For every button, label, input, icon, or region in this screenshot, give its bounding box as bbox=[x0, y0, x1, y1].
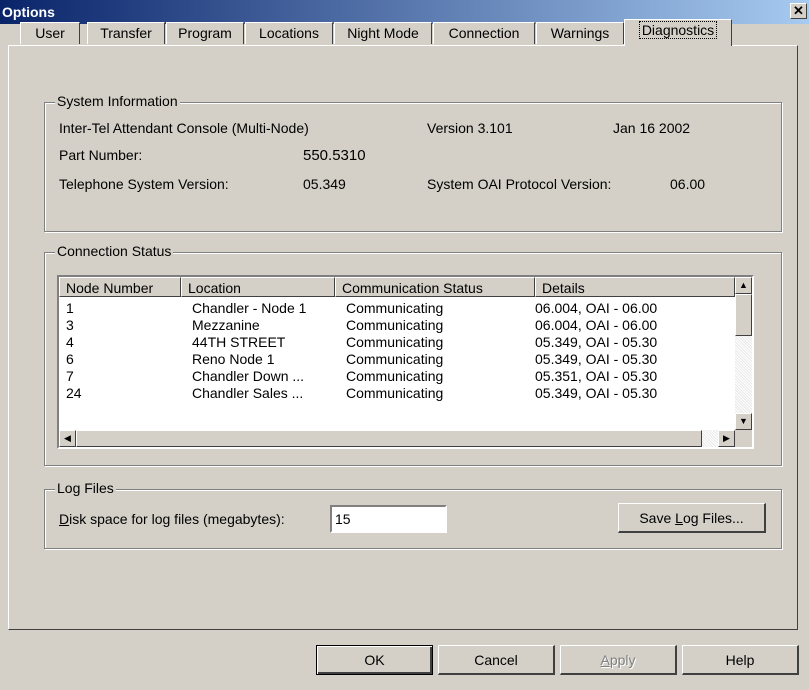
triangle-up-icon: ▲ bbox=[739, 280, 748, 290]
table-row[interactable]: 6 Reno Node 1 Communicating 05.349, OAI … bbox=[59, 351, 739, 368]
scrollbar-corner bbox=[735, 430, 752, 447]
scroll-up-button[interactable]: ▲ bbox=[735, 277, 752, 294]
cell-location: 44TH STREET bbox=[192, 334, 286, 350]
cell-details: 06.004, OAI - 06.00 bbox=[535, 300, 658, 316]
scroll-down-button[interactable]: ▼ bbox=[735, 413, 752, 430]
tab-user[interactable]: User bbox=[20, 22, 80, 44]
cell-details: 05.351, OAI - 05.30 bbox=[535, 368, 658, 384]
log-files-legend: Log Files bbox=[55, 480, 116, 496]
save-log-files-label-mnemonic: L bbox=[675, 510, 683, 526]
triangle-down-icon: ▼ bbox=[739, 416, 748, 426]
cell-location: Mezzanine bbox=[192, 317, 260, 333]
horizontal-scroll-thumb[interactable] bbox=[76, 430, 702, 447]
vertical-scrollbar[interactable]: ▲ ▼ bbox=[735, 277, 752, 430]
cell-node-number: 1 bbox=[66, 300, 74, 316]
cell-communication-status: Communicating bbox=[346, 385, 444, 401]
column-header-location[interactable]: Location bbox=[181, 277, 335, 297]
cell-node-number: 4 bbox=[66, 334, 74, 350]
telephone-system-version-label: Telephone System Version: bbox=[59, 176, 229, 192]
cell-communication-status: Communicating bbox=[346, 351, 444, 367]
apply-label-mnemonic: A bbox=[600, 652, 610, 668]
tab-label: Program bbox=[178, 25, 232, 41]
disk-space-label-rest: isk space for log files (megabytes): bbox=[69, 511, 285, 527]
tab-transfer[interactable]: Transfer bbox=[87, 22, 165, 44]
tab-label: User bbox=[35, 25, 65, 41]
connection-status-legend: Connection Status bbox=[55, 243, 174, 259]
telephone-system-version-value: 05.349 bbox=[303, 176, 346, 192]
oai-protocol-version-label: System OAI Protocol Version: bbox=[427, 176, 612, 192]
cell-location: Chandler Sales ... bbox=[192, 385, 304, 401]
system-information-legend: System Information bbox=[55, 93, 180, 109]
part-number-label: Part Number: bbox=[59, 147, 143, 163]
triangle-right-icon: ▶ bbox=[723, 433, 730, 443]
triangle-left-icon: ◀ bbox=[64, 433, 71, 443]
ok-button[interactable]: OK bbox=[316, 645, 433, 675]
tab-label: Diagnostics bbox=[638, 21, 718, 39]
tab-night-mode[interactable]: Night Mode bbox=[334, 22, 432, 44]
save-log-files-label-prefix: Save bbox=[639, 510, 676, 526]
cell-node-number: 7 bbox=[66, 368, 74, 384]
cell-communication-status: Communicating bbox=[346, 317, 444, 333]
apply-button[interactable]: Apply bbox=[560, 645, 677, 675]
disk-space-label: Disk space for log files (megabytes): bbox=[59, 511, 285, 527]
table-row[interactable]: 4 44TH STREET Communicating 05.349, OAI … bbox=[59, 334, 739, 351]
cell-node-number: 3 bbox=[66, 317, 74, 333]
table-row[interactable]: 3 Mezzanine Communicating 06.004, OAI - … bbox=[59, 317, 739, 334]
vertical-scroll-thumb[interactable] bbox=[735, 294, 752, 336]
cell-communication-status: Communicating bbox=[346, 368, 444, 384]
window-title: Options bbox=[2, 4, 55, 20]
cell-location: Chandler Down ... bbox=[192, 368, 305, 384]
tab-diagnostics[interactable]: Diagnostics bbox=[624, 19, 732, 46]
table-row[interactable]: 7 Chandler Down ... Communicating 05.351… bbox=[59, 368, 739, 385]
oai-protocol-version-value: 06.00 bbox=[670, 176, 706, 192]
tab-connection[interactable]: Connection bbox=[433, 22, 535, 44]
apply-label-rest: pply bbox=[609, 652, 636, 668]
version-text: Version 3.101 bbox=[427, 120, 513, 136]
cell-details: 05.349, OAI - 05.30 bbox=[535, 334, 658, 350]
help-button[interactable]: Help bbox=[682, 645, 799, 675]
cell-location: Chandler - Node 1 bbox=[192, 300, 307, 316]
save-log-files-label-rest: og Files... bbox=[682, 510, 744, 526]
cell-communication-status: Communicating bbox=[346, 300, 444, 316]
tab-locations[interactable]: Locations bbox=[245, 22, 333, 44]
save-log-files-button[interactable]: Save Log Files... bbox=[618, 503, 766, 533]
disk-space-input[interactable] bbox=[330, 505, 447, 533]
cell-communication-status: Communicating bbox=[346, 334, 444, 350]
tab-warnings[interactable]: Warnings bbox=[536, 22, 624, 44]
horizontal-scrollbar[interactable]: ◀ ▶ bbox=[59, 430, 735, 447]
column-header-details[interactable]: Details bbox=[535, 277, 735, 297]
tab-label: Transfer bbox=[100, 25, 152, 41]
tab-label: Connection bbox=[448, 25, 520, 41]
table-row[interactable]: 1 Chandler - Node 1 Communicating 06.004… bbox=[59, 300, 739, 317]
tab-label: Warnings bbox=[550, 25, 610, 41]
cell-node-number: 24 bbox=[66, 385, 82, 401]
tab-label: Night Mode bbox=[347, 25, 419, 41]
scroll-right-button[interactable]: ▶ bbox=[718, 430, 735, 447]
cell-location: Reno Node 1 bbox=[192, 351, 275, 367]
cell-details: 05.349, OAI - 05.30 bbox=[535, 351, 658, 367]
column-header-communication-status[interactable]: Communication Status bbox=[335, 277, 535, 297]
cell-node-number: 6 bbox=[66, 351, 74, 367]
tab-program[interactable]: Program bbox=[166, 22, 244, 44]
list-header: Node Number Location Communication Statu… bbox=[59, 277, 739, 297]
cell-details: 06.004, OAI - 06.00 bbox=[535, 317, 658, 333]
disk-space-label-mnemonic: D bbox=[59, 511, 70, 527]
cancel-button[interactable]: Cancel bbox=[438, 645, 555, 675]
close-button[interactable]: ✕ bbox=[790, 3, 807, 19]
tab-label: Locations bbox=[259, 25, 319, 41]
part-number-value: 550.5310 bbox=[303, 147, 366, 164]
scroll-left-button[interactable]: ◀ bbox=[59, 430, 76, 447]
column-header-node-number[interactable]: Node Number bbox=[59, 277, 181, 297]
build-date: Jan 16 2002 bbox=[613, 120, 691, 136]
cell-details: 05.349, OAI - 05.30 bbox=[535, 385, 658, 401]
product-name: Inter-Tel Attendant Console (Multi-Node) bbox=[59, 120, 309, 136]
table-row[interactable]: 24 Chandler Sales ... Communicating 05.3… bbox=[59, 385, 739, 402]
connection-status-list[interactable]: Node Number Location Communication Statu… bbox=[57, 275, 754, 449]
close-icon: ✕ bbox=[793, 3, 804, 18]
